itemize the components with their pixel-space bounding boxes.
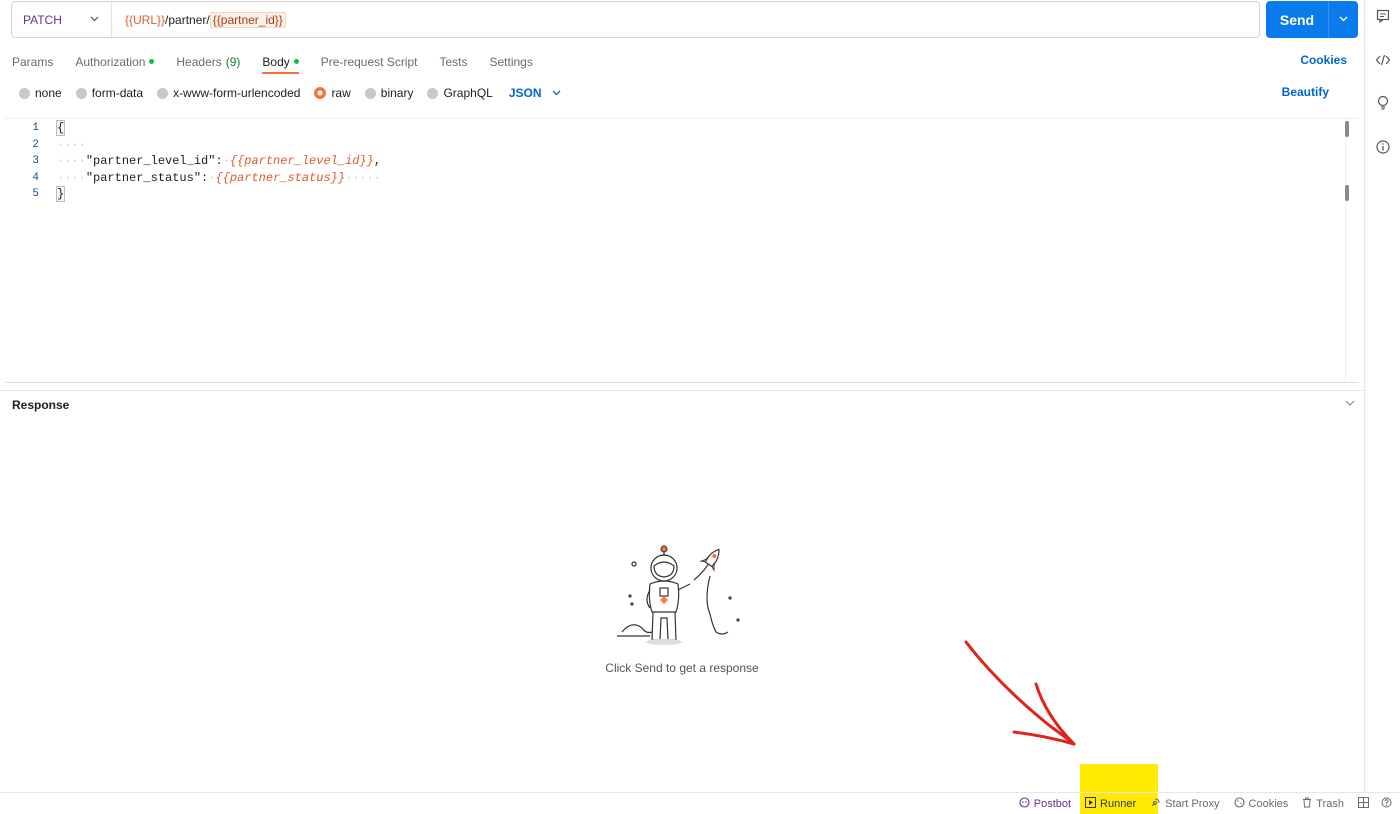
code-icon[interactable] <box>1373 50 1393 70</box>
tab-authorization[interactable]: Authorization <box>75 50 155 70</box>
help-button[interactable] <box>1381 797 1396 811</box>
tab-settings[interactable]: Settings <box>490 50 533 70</box>
line-number: 1 <box>32 122 39 134</box>
status-dot <box>149 59 155 64</box>
layout-toggle-button[interactable] <box>1358 796 1373 811</box>
send-label: Send <box>1279 11 1315 28</box>
chevron-down-icon <box>552 88 561 99</box>
astronaut-illustration-icon <box>617 545 740 645</box>
body-type-selector: none form-data x-www-form-urlencoded raw… <box>19 85 561 101</box>
code-editor[interactable]: 1 2 3 4 5 { ···· ····"partner_level_id":… <box>5 118 1359 383</box>
postbot-icon <box>1019 796 1030 811</box>
url-input[interactable]: {{URL}} /partner/ {{partner_id}} <box>112 11 286 28</box>
method-label: PATCH <box>23 12 62 27</box>
radio-raw[interactable]: raw <box>314 86 351 100</box>
status-bar: Postbot Runner Start Proxy Cookies Trash <box>0 792 1400 814</box>
request-tabs: Params Authorization Headers (9) Body Pre… <box>12 50 555 74</box>
tab-headers[interactable]: Headers (9) <box>176 50 240 70</box>
radio-graphql[interactable]: GraphQL <box>427 86 493 100</box>
url-box: PATCH {{URL}} /partner/ {{partner_id}} <box>11 1 1260 38</box>
code-line: ····"partner_level_id":·{{partner_level_… <box>57 154 382 168</box>
play-icon <box>1085 796 1097 811</box>
chevron-down-icon <box>90 14 99 25</box>
code-line: ···· <box>57 137 86 152</box>
line-number: 4 <box>32 171 39 184</box>
chevron-down-icon[interactable] <box>1329 14 1358 25</box>
cookies-link[interactable]: Cookies <box>1300 53 1347 67</box>
annotation-arrow-icon <box>964 640 1076 746</box>
url-path: /partner/ <box>165 12 210 27</box>
trash-icon <box>1302 797 1312 811</box>
line-number: 5 <box>32 188 39 200</box>
radio-x-www-form-urlencoded[interactable]: x-www-form-urlencoded <box>157 86 300 100</box>
satellite-icon <box>1150 797 1161 811</box>
status-dot <box>293 59 299 64</box>
response-title: Response <box>12 398 70 412</box>
tab-tests[interactable]: Tests <box>439 50 467 70</box>
url-variable: {{URL}} <box>125 12 166 27</box>
trash-button[interactable]: Trash <box>1302 797 1344 811</box>
help-icon <box>1381 797 1392 811</box>
request-bar: PATCH {{URL}} /partner/ {{partner_id}} S… <box>11 1 1359 38</box>
response-panel-header[interactable]: Response <box>0 390 1364 418</box>
scrollbar-thumb[interactable] <box>1345 185 1349 201</box>
editor-scrollbar-track[interactable] <box>1345 119 1359 382</box>
tab-body[interactable]: Body <box>262 50 300 74</box>
start-proxy-button[interactable]: Start Proxy <box>1150 797 1220 811</box>
line-number: 3 <box>32 155 39 167</box>
send-button[interactable]: Send <box>1266 1 1358 38</box>
line-number: 2 <box>32 138 39 151</box>
info-icon[interactable] <box>1373 137 1393 157</box>
code-line: } <box>55 186 66 202</box>
beautify-link[interactable]: Beautify <box>1282 85 1329 99</box>
code-lines: { ···· ····"partner_level_id":·{{partner… <box>55 120 382 203</box>
tab-params[interactable]: Params <box>12 50 53 70</box>
radio-none[interactable]: none <box>19 86 62 100</box>
line-numbers: 1 2 3 4 5 <box>5 120 45 203</box>
cookies-button[interactable]: Cookies <box>1233 796 1288 811</box>
postbot-button[interactable]: Postbot <box>1019 796 1071 811</box>
chevron-down-icon[interactable] <box>1345 397 1355 409</box>
right-sidebar <box>1364 0 1400 792</box>
code-line: ····"partner_status":·{{partner_status}}… <box>57 170 382 185</box>
url-variable: {{partner_id}} <box>209 11 286 28</box>
scrollbar-thumb[interactable] <box>1345 121 1349 137</box>
empty-response-message: Click Send to get a response <box>605 661 759 675</box>
method-selector[interactable]: PATCH <box>12 2 112 37</box>
language-selector[interactable]: JSON <box>509 86 561 100</box>
code-line: { <box>55 120 66 136</box>
tab-pre-request-script[interactable]: Pre-request Script <box>321 50 418 70</box>
headers-count: (9) <box>225 54 241 69</box>
layout-icon <box>1358 796 1369 811</box>
radio-form-data[interactable]: form-data <box>75 86 143 100</box>
lightbulb-icon[interactable] <box>1373 93 1393 113</box>
radio-binary[interactable]: binary <box>364 86 413 100</box>
runner-button[interactable]: Runner <box>1085 796 1136 811</box>
comments-icon[interactable] <box>1373 6 1393 26</box>
cookie-icon <box>1233 796 1245 811</box>
